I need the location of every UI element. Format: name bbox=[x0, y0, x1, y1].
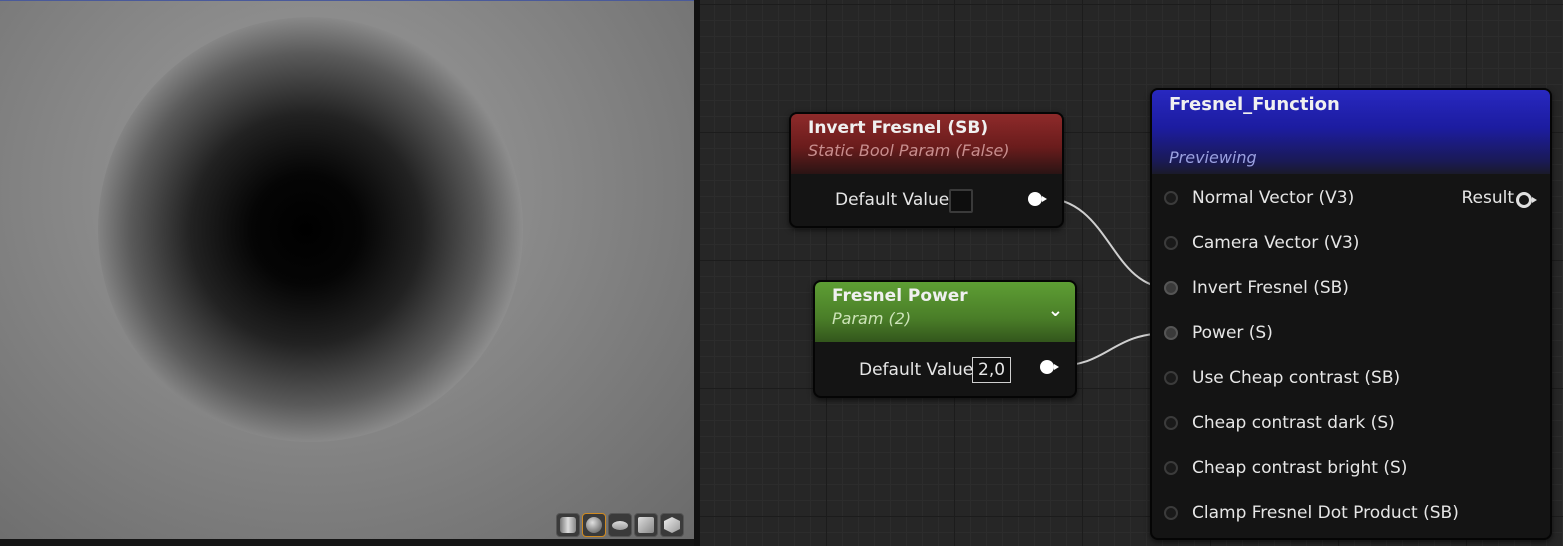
output-pin[interactable] bbox=[1028, 192, 1047, 206]
node-title: Fresnel Power bbox=[832, 286, 968, 306]
node-invert-fresnel[interactable]: Invert Fresnel (SB) Static Bool Param (F… bbox=[789, 112, 1064, 228]
default-value-input[interactable]: 2,0 bbox=[972, 357, 1012, 383]
default-value-label: Default Value bbox=[835, 190, 950, 210]
input-pin[interactable] bbox=[1164, 281, 1178, 295]
preview-sphere-mesh bbox=[98, 17, 523, 442]
node-header[interactable]: Invert Fresnel (SB) Static Bool Param (F… bbox=[791, 114, 1062, 174]
node-subtitle: Previewing bbox=[1169, 148, 1257, 167]
input-use-cheap-contrast[interactable]: Use Cheap contrast (SB) bbox=[1164, 368, 1400, 388]
input-cheap-contrast-bright[interactable]: Cheap contrast bright (S) bbox=[1164, 458, 1407, 478]
input-label: Camera Vector (V3) bbox=[1192, 233, 1360, 253]
input-pin[interactable] bbox=[1164, 461, 1178, 475]
input-label: Use Cheap contrast (SB) bbox=[1192, 368, 1401, 388]
input-pin[interactable] bbox=[1164, 191, 1178, 205]
input-label: Invert Fresnel (SB) bbox=[1192, 278, 1349, 298]
plane-icon[interactable] bbox=[608, 513, 632, 537]
node-title: Fresnel_Function bbox=[1169, 94, 1340, 115]
result-output-pin[interactable] bbox=[1516, 192, 1537, 208]
output-result-label: Result bbox=[1461, 188, 1514, 208]
cube-icon[interactable] bbox=[634, 513, 658, 537]
input-clamp-fresnel-dot[interactable]: Clamp Fresnel Dot Product (SB) bbox=[1164, 503, 1459, 523]
input-pin[interactable] bbox=[1164, 236, 1178, 250]
material-preview-viewport[interactable] bbox=[0, 0, 694, 540]
input-camera-vector[interactable]: Camera Vector (V3) bbox=[1164, 233, 1359, 253]
teapot-icon[interactable] bbox=[660, 513, 684, 537]
default-value-label: Default Value bbox=[859, 360, 974, 380]
node-subtitle: Static Bool Param (False) bbox=[808, 141, 1010, 160]
node-header[interactable]: Fresnel_Function Previewing bbox=[1152, 90, 1550, 174]
preview-mesh-toolbar bbox=[556, 513, 684, 537]
input-pin[interactable] bbox=[1164, 416, 1178, 430]
default-value-checkbox[interactable] bbox=[949, 189, 973, 213]
node-subtitle: Param (2) bbox=[832, 309, 912, 328]
input-cheap-contrast-dark[interactable]: Cheap contrast dark (S) bbox=[1164, 413, 1395, 433]
chevron-down-icon[interactable]: ⌄ bbox=[1048, 300, 1063, 321]
output-pin[interactable] bbox=[1040, 360, 1059, 374]
input-label: Clamp Fresnel Dot Product (SB) bbox=[1192, 503, 1459, 523]
input-invert-fresnel[interactable]: Invert Fresnel (SB) bbox=[1164, 278, 1349, 298]
material-graph-canvas[interactable]: Invert Fresnel (SB) Static Bool Param (F… bbox=[700, 0, 1563, 546]
node-fresnel-power[interactable]: Fresnel Power Param (2) ⌄ Default Value … bbox=[813, 280, 1077, 398]
cylinder-icon[interactable] bbox=[556, 513, 580, 537]
viewport-bottom-border bbox=[0, 539, 694, 546]
input-normal-vector[interactable]: Normal Vector (V3) bbox=[1164, 188, 1354, 208]
input-power[interactable]: Power (S) bbox=[1164, 323, 1273, 343]
input-pin[interactable] bbox=[1164, 506, 1178, 520]
input-label: Cheap contrast dark (S) bbox=[1192, 413, 1395, 433]
sphere-icon[interactable] bbox=[582, 513, 606, 537]
input-label: Power (S) bbox=[1192, 323, 1273, 343]
input-label: Normal Vector (V3) bbox=[1192, 188, 1355, 208]
input-pin[interactable] bbox=[1164, 371, 1178, 385]
input-pin[interactable] bbox=[1164, 326, 1178, 340]
node-title: Invert Fresnel (SB) bbox=[808, 118, 989, 138]
node-fresnel-function[interactable]: Fresnel_Function Previewing Normal Vecto… bbox=[1150, 88, 1552, 540]
node-header[interactable]: Fresnel Power Param (2) ⌄ bbox=[815, 282, 1075, 342]
input-label: Cheap contrast bright (S) bbox=[1192, 458, 1408, 478]
